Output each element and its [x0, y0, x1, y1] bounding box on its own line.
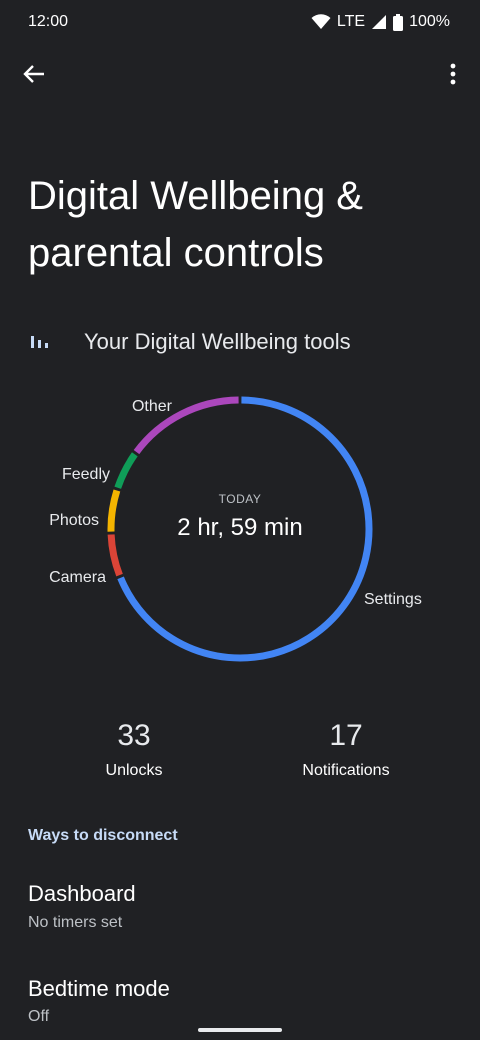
slice-photos[interactable] [107, 489, 121, 532]
slice-label-settings: Settings [364, 591, 422, 608]
page-title: Digital Wellbeing & parental controls [28, 174, 363, 275]
battery-level: 100% [409, 13, 450, 30]
bedtime-mode-title: Bedtime mode [28, 976, 170, 1001]
bar-chart-icon [30, 333, 50, 356]
chart-center-value: 2 hr, 59 min [177, 514, 302, 541]
bedtime-mode-item[interactable]: Bedtime mode Off [0, 966, 480, 1036]
digital-wellbeing-tools-row[interactable]: Your Digital Wellbeing tools [0, 320, 480, 364]
arrow-back-icon [23, 64, 45, 89]
battery-icon [393, 13, 404, 31]
slice-label-feedly: Feedly [62, 466, 110, 483]
network-type: LTE [336, 13, 366, 30]
unlocks-value: 33 [117, 719, 151, 752]
slice-label-photos: Photos [49, 512, 99, 529]
notifications-value: 17 [329, 719, 363, 752]
usage-donut-chart[interactable]: Settings Camera Photos Feedly Other TODAY 2 … [0, 380, 480, 680]
wifi-icon [311, 14, 331, 30]
tools-label: Your Digital Wellbeing tools [84, 329, 351, 354]
unlocks-stat: 33 Unlocks [54, 716, 214, 780]
more-vert-icon [450, 63, 456, 90]
notifications-label: Notifications [302, 762, 390, 779]
back-button[interactable] [16, 56, 52, 96]
usage-donut-svg: Settings Camera Photos Feedly Other TODAY 2 … [49, 396, 422, 662]
bedtime-mode-subtitle: Off [28, 1008, 50, 1025]
status-bar: 12:00 LTE 100% [0, 0, 480, 44]
dashboard-subtitle: No timers set [28, 914, 123, 931]
slice-camera[interactable] [107, 534, 123, 577]
section-header-ways-to-disconnect: Ways to disconnect [28, 827, 178, 844]
slice-feedly[interactable] [114, 452, 138, 489]
chart-center-caption: TODAY [219, 492, 262, 506]
notifications-stat: 17 Notifications [266, 716, 426, 780]
status-icons: LTE 100% [311, 13, 450, 31]
gesture-nav-handle[interactable] [198, 1028, 282, 1032]
app-bar [0, 52, 480, 100]
cell-signal-icon [371, 14, 387, 30]
status-time: 12:00 [28, 13, 69, 30]
dashboard-item[interactable]: Dashboard No timers set [0, 872, 480, 942]
slice-label-other: Other [132, 398, 173, 415]
screen: 12:00 LTE 100% Digital Wellbeing & paren… [0, 0, 480, 1040]
slice-label-camera: Camera [49, 569, 106, 586]
unlocks-label: Unlocks [105, 762, 163, 779]
dashboard-title: Dashboard [28, 881, 136, 906]
more-options-button[interactable] [438, 56, 468, 96]
